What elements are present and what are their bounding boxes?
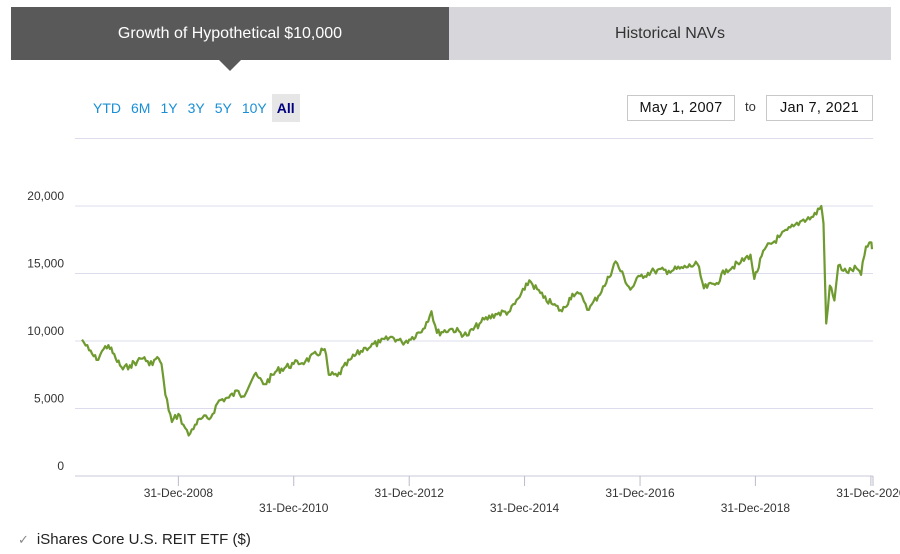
legend-label: iShares Core U.S. REIT ETF ($) xyxy=(36,531,251,548)
legend-checkbox-icon[interactable]: ✓ xyxy=(18,532,29,548)
growth-chart: 0 5,000 10,000 15,000 20,000 31-Dec-2008 31-D… xyxy=(27,138,900,515)
x-tick-label: 31-Dec-2014 xyxy=(490,501,560,515)
y-tick-label: 5,000 xyxy=(34,392,64,406)
y-tick-label: 0 xyxy=(57,459,64,473)
x-tick-label: 31-Dec-2012 xyxy=(375,486,445,500)
y-tick-label: 15,000 xyxy=(27,257,64,271)
x-tick-label: 31-Dec-2016 xyxy=(605,486,675,500)
y-tick-label: 20,000 xyxy=(27,189,64,203)
legend: ✓ iShares Core U.S. REIT ETF ($) xyxy=(18,531,251,548)
x-tick-label: 31-Dec-2018 xyxy=(721,501,791,515)
series-line-ishares-reit xyxy=(81,204,874,437)
x-tick-label: 31-Dec-2020 xyxy=(836,486,900,500)
x-tick-label: 31-Dec-2010 xyxy=(259,501,329,515)
x-tick-label: 31-Dec-2008 xyxy=(144,486,214,500)
y-tick-label: 10,000 xyxy=(27,324,64,338)
